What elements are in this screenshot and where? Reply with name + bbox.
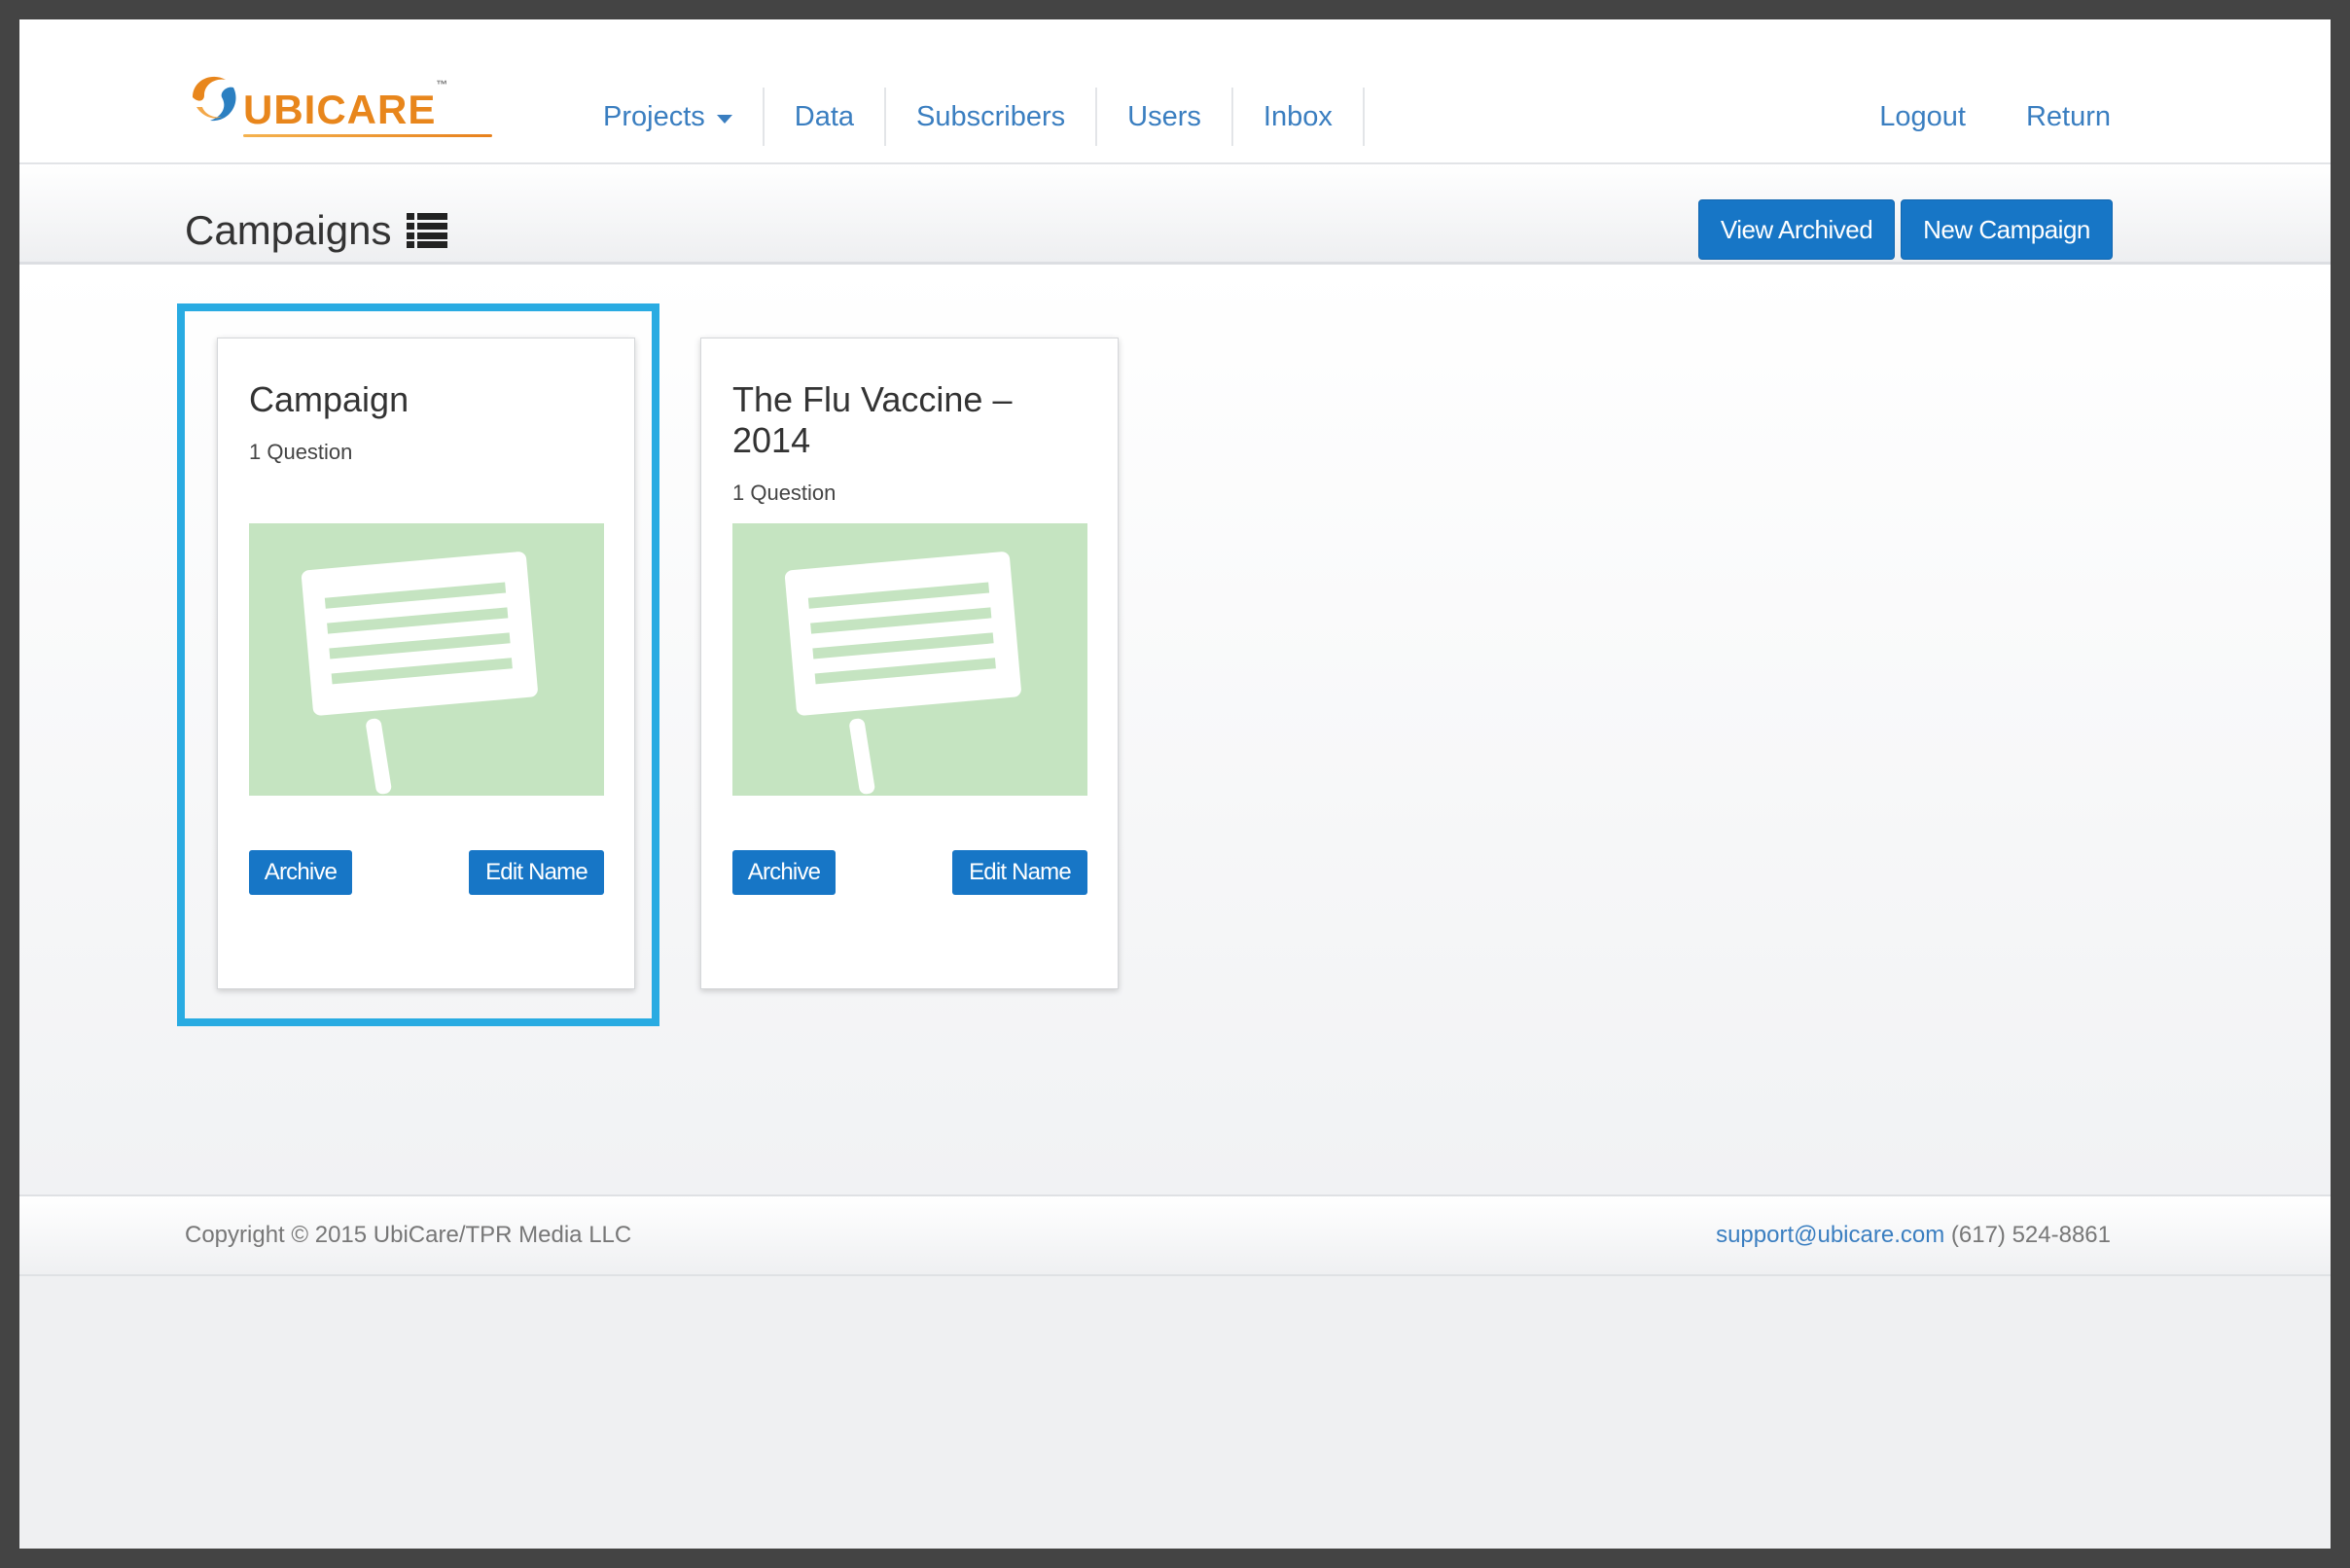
campaign-question-count: 1 Question [249,440,353,464]
campaign-card[interactable]: Campaign 1 Question Archive Edit Name [217,338,635,989]
view-archived-button[interactable]: View Archived [1698,199,1895,260]
campaign-image[interactable] [249,523,604,796]
page-title: Campaigns [185,207,448,254]
sign-placard-icon [784,552,1021,795]
campaign-card[interactable]: The Flu Vaccine – 2014 1 Question Archiv… [700,338,1119,989]
nav-item-projects[interactable]: Projects [603,88,765,146]
copyright-text: Copyright © 2015 UbiCare/TPR Media LLC [185,1222,632,1248]
caret-down-icon [716,114,732,124]
logout-link[interactable]: Logout [1879,101,1966,133]
nav-right: Logout Return [1879,80,2111,154]
new-campaign-button[interactable]: New Campaign [1901,199,2113,260]
campaign-question-count: 1 Question [732,481,837,505]
page-background [19,1276,2331,1549]
nav-item-label: Subscribers [916,100,1066,132]
nav-item-users[interactable]: Users [1097,88,1233,146]
archive-button[interactable]: Archive [732,850,836,895]
top-navbar: UBICARE™ Projects Data Subscribers Users… [19,19,2331,164]
edit-name-button[interactable]: Edit Name [469,850,604,895]
sign-placard-icon [301,552,538,795]
logo-wordmark: UBICARE™ [243,78,449,132]
support-email-link[interactable]: support@ubicare.com [1716,1222,1944,1248]
nav-item-label: Projects [603,100,705,132]
return-link[interactable]: Return [2026,101,2111,133]
main-nav: Projects Data Subscribers Users Inbox [603,80,1365,154]
campaign-grid: Campaign 1 Question Archive Edit Name Th… [19,265,2331,1194]
nav-item-data[interactable]: Data [765,88,887,146]
support-phone: (617) 524-8861 [1950,1222,2111,1248]
edit-name-button[interactable]: Edit Name [952,850,1087,895]
contact-info: support@ubicare.com (617) 524-8861 [1716,1222,2111,1249]
nav-item-subscribers[interactable]: Subscribers [886,88,1098,146]
nav-item-label: Users [1127,100,1201,132]
logo-underline [243,134,492,137]
app-window: UBICARE™ Projects Data Subscribers Users… [19,19,2331,1549]
campaign-image[interactable] [732,523,1087,796]
list-icon[interactable] [407,213,448,248]
nav-item-label: Inbox [1263,100,1333,132]
nav-item-label: Data [794,100,855,132]
campaign-title: Campaign [249,379,409,419]
ubicare-swirl-icon [193,76,236,122]
campaign-title: The Flu Vaccine – 2014 [732,379,1013,460]
page-header: Campaigns View Archived New Campaign [19,164,2331,265]
archive-button[interactable]: Archive [249,850,352,895]
nav-item-inbox[interactable]: Inbox [1233,88,1365,146]
footer: Copyright © 2015 UbiCare/TPR Media LLC s… [19,1194,2331,1276]
page-title-text: Campaigns [185,207,392,253]
ubicare-logo[interactable]: UBICARE™ [183,68,504,156]
